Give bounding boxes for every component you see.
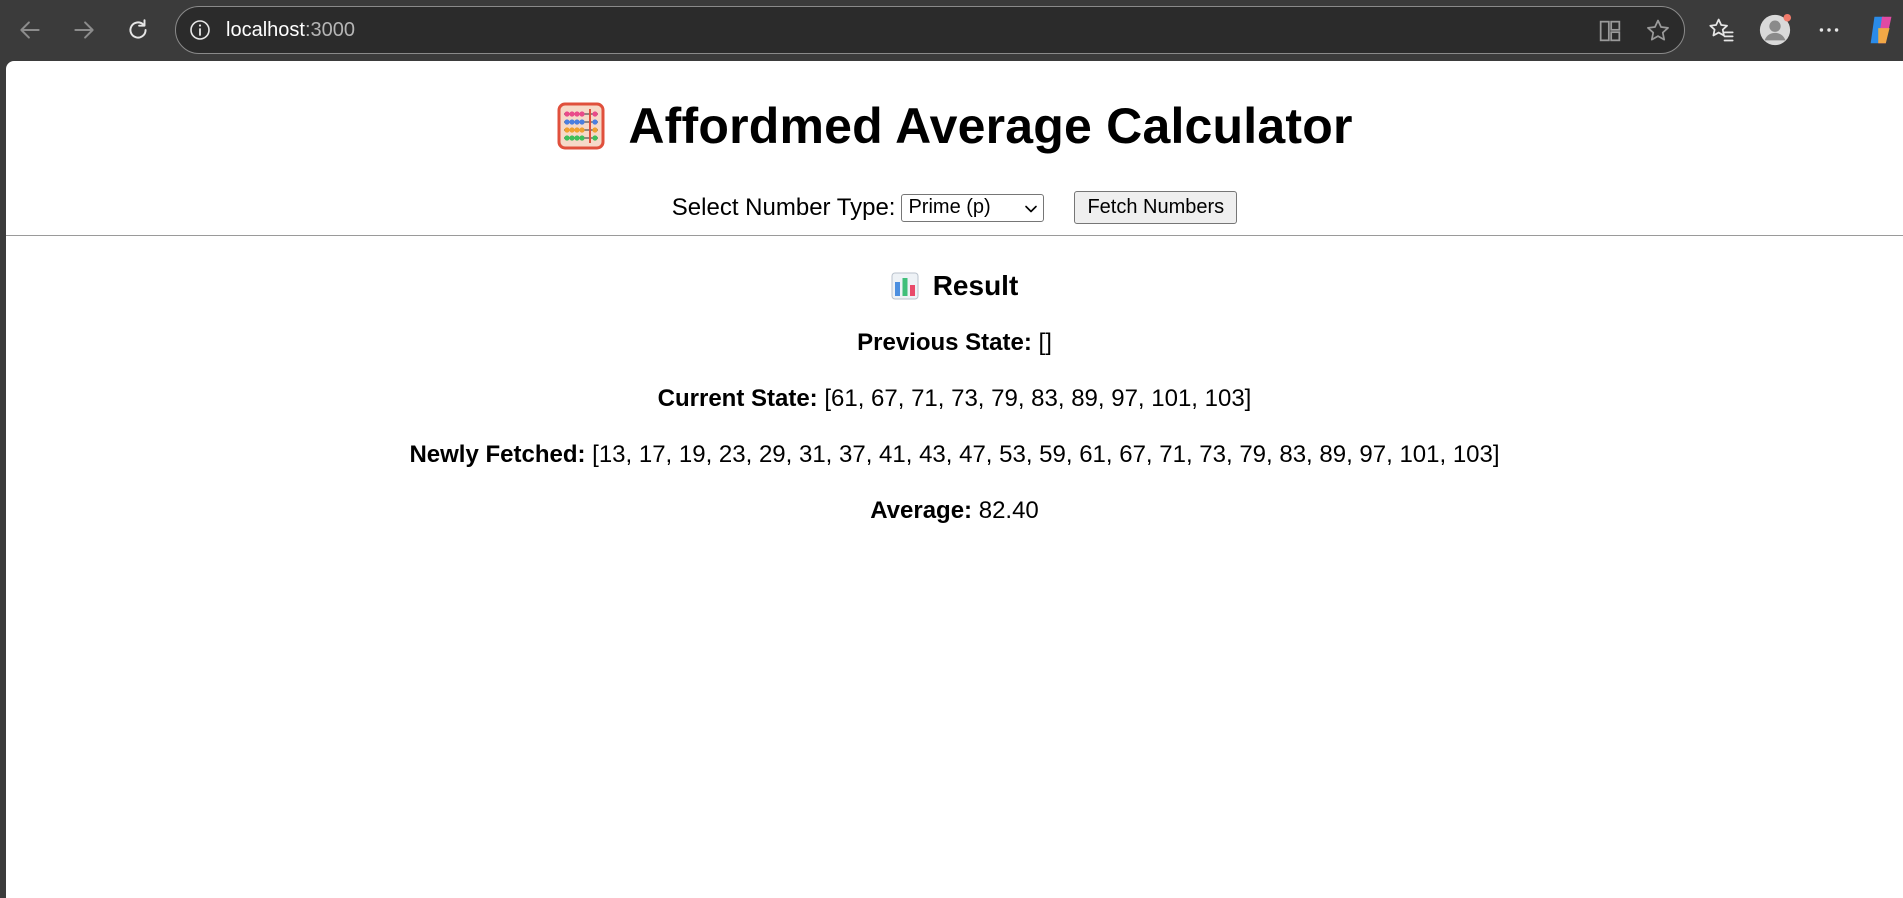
- favorites-icon: [1709, 18, 1734, 42]
- copilot-button[interactable]: [1864, 12, 1900, 48]
- result-heading: Result: [932, 270, 1019, 301]
- chevron-down-icon: [1025, 205, 1038, 212]
- average-label: Average:: [870, 497, 973, 524]
- page-title: Affordmed Average Calculator: [628, 98, 1353, 154]
- forward-icon: [74, 21, 94, 39]
- number-type-label: Select Number Type:: [671, 193, 896, 221]
- copilot-icon: [1870, 16, 1892, 44]
- refresh-button[interactable]: [120, 12, 156, 48]
- bar-chart-icon: [891, 272, 919, 300]
- result-section: Result Previous State: [] Current State:…: [6, 266, 1903, 539]
- number-type-select[interactable]: Prime (p): [901, 193, 1045, 222]
- address-bar[interactable]: localhost:3000: [175, 6, 1685, 54]
- newly-fetched-value: [13, 17, 19, 23, 29, 31, 37, 41, 43, 47,…: [592, 441, 1500, 468]
- current-state-line: Current State: [61, 67, 71, 73, 79, 83, …: [6, 371, 1903, 427]
- page-viewport: Affordmed Average Calculator Select Numb…: [6, 61, 1903, 898]
- profile-button[interactable]: [1757, 12, 1793, 48]
- browser-toolbar: localhost:3000: [0, 0, 1903, 60]
- result-heading-row: Result: [6, 266, 1903, 306]
- info-icon[interactable]: [188, 18, 212, 42]
- title-row: Affordmed Average Calculator: [6, 97, 1903, 155]
- newly-fetched-line: Newly Fetched: [13, 17, 19, 23, 29, 31, …: [6, 427, 1903, 483]
- controls-row: Select Number Type: Prime (p) Fetch Numb…: [6, 191, 1903, 224]
- number-type-value: Prime (p): [908, 196, 991, 218]
- more-button[interactable]: [1811, 12, 1847, 48]
- url-text[interactable]: localhost:3000: [226, 19, 355, 42]
- app-header: Affordmed Average Calculator Select Numb…: [6, 61, 1903, 236]
- url-host: localhost: [226, 19, 305, 41]
- average-line: Average: 82.40: [6, 483, 1903, 539]
- forward-button[interactable]: [66, 12, 102, 48]
- previous-state-line: Previous State: []: [6, 315, 1903, 371]
- newly-fetched-label: Newly Fetched:: [409, 441, 586, 468]
- back-icon: [20, 21, 40, 39]
- refresh-icon: [129, 19, 147, 39]
- back-button[interactable]: [12, 12, 48, 48]
- previous-state-label: Previous State:: [857, 329, 1032, 356]
- favorites-button[interactable]: [1703, 12, 1739, 48]
- profile-icon: [1759, 13, 1792, 46]
- divider: [6, 235, 1903, 236]
- more-icon: [1819, 28, 1839, 32]
- average-value: 82.40: [978, 497, 1039, 524]
- url-port: :3000: [304, 19, 355, 41]
- current-state-value: [61, 67, 71, 73, 79, 83, 89, 97, 101, 10…: [824, 385, 1252, 412]
- current-state-label: Current State:: [657, 385, 818, 412]
- fetch-numbers-button[interactable]: Fetch Numbers: [1074, 191, 1238, 224]
- star-icon[interactable]: [1644, 17, 1672, 45]
- previous-state-value: []: [1038, 329, 1052, 356]
- apps-icon[interactable]: [1596, 17, 1624, 45]
- abacus-icon: [557, 102, 605, 150]
